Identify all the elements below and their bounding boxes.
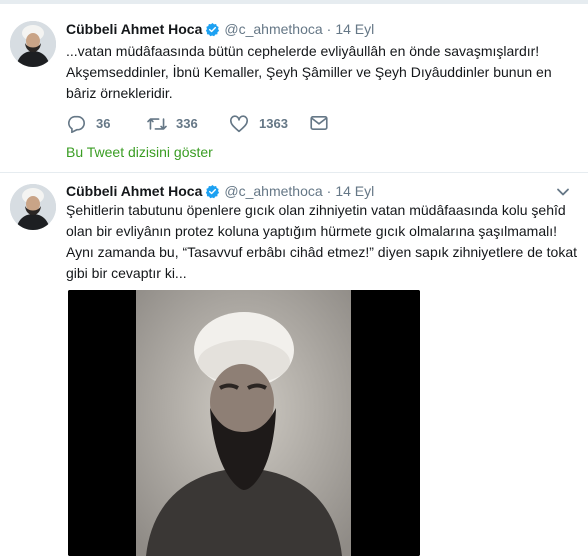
tweet-text-line: Şehitlerin tabutunu öpenlere gıcık olan … bbox=[66, 202, 566, 218]
reply-count: 36 bbox=[96, 116, 111, 131]
tweet-text: ...vatan müdâfaasında bütün cephelerde e… bbox=[66, 41, 566, 104]
verified-badge-icon bbox=[205, 22, 220, 42]
avatar-image bbox=[10, 21, 56, 67]
reply-icon bbox=[68, 115, 85, 133]
tweet-header: Cübbeli Ahmet Hoca @c_ahmethoca · 14 Eyl bbox=[66, 181, 374, 201]
tweet-date[interactable]: 14 Eyl bbox=[335, 21, 374, 37]
retweet-icon bbox=[147, 118, 167, 130]
avatar[interactable] bbox=[10, 21, 56, 67]
separator: · bbox=[326, 183, 332, 199]
tweet-text-line: Aynı zamanda bu, “Tasavvuf erbâbı cihâd … bbox=[66, 244, 578, 260]
portrait-photo bbox=[68, 290, 420, 556]
avatar[interactable] bbox=[10, 184, 56, 230]
tweet-text-line: gibi bir cevaptır ki... bbox=[66, 265, 187, 281]
separator: · bbox=[326, 21, 332, 37]
tweet-text-line: olan bir evliyânın protez koluna yaptığı… bbox=[66, 223, 558, 239]
chevron-down-icon[interactable] bbox=[556, 185, 570, 199]
avatar-image bbox=[10, 184, 56, 230]
author-handle[interactable]: @c_ahmethoca bbox=[224, 21, 322, 37]
author-name[interactable]: Cübbeli Ahmet Hoca bbox=[66, 21, 202, 37]
tweet-header: Cübbeli Ahmet Hoca @c_ahmethoca · 14 Eyl bbox=[66, 19, 374, 39]
envelope-icon bbox=[310, 116, 328, 130]
heart-icon bbox=[230, 115, 248, 133]
author-name[interactable]: Cübbeli Ahmet Hoca bbox=[66, 183, 202, 199]
tweet-text-line: Akşemseddinler, İbnü Kemaller, Şeyh Şâmi… bbox=[66, 64, 552, 80]
tweet-text: Şehitlerin tabutunu öpenlere gıcık olan … bbox=[66, 200, 581, 284]
show-thread-link[interactable]: Bu Tweet dizisini göster bbox=[66, 144, 213, 160]
author-handle[interactable]: @c_ahmethoca bbox=[224, 183, 322, 199]
tweet-date[interactable]: 14 Eyl bbox=[335, 183, 374, 199]
tweet-text-line: bâriz örnekleridir. bbox=[66, 85, 173, 101]
tweet[interactable]: Cübbeli Ahmet Hoca @c_ahmethoca · 14 Eyl Şe… bbox=[0, 173, 588, 556]
like-count: 1363 bbox=[259, 116, 288, 131]
tweet-media-image[interactable] bbox=[68, 290, 420, 556]
tweet[interactable]: Cübbeli Ahmet Hoca @c_ahmethoca · 14 Eyl ..… bbox=[0, 4, 588, 173]
retweet-count: 336 bbox=[176, 116, 198, 131]
tweet-text-line: ...vatan müdâfaasında bütün cephelerde e… bbox=[66, 43, 540, 59]
